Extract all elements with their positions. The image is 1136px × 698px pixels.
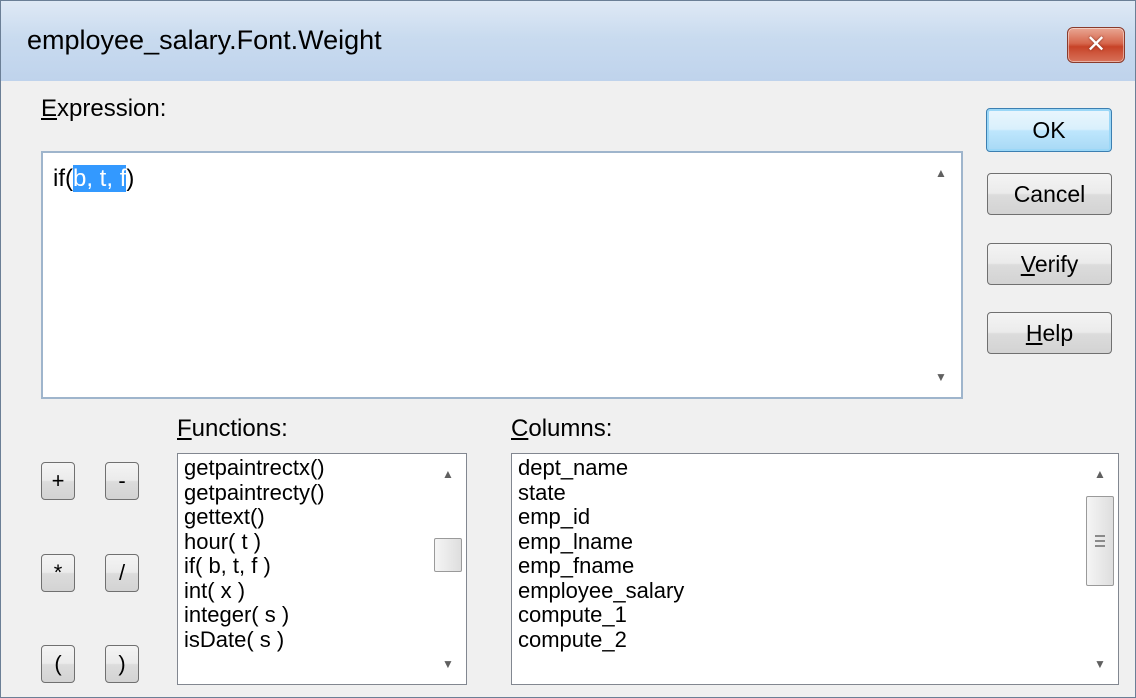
window-title: employee_salary.Font.Weight (27, 25, 382, 55)
expression-label: Expression: (41, 95, 167, 122)
list-item[interactable]: isDate( s ) (184, 627, 325, 653)
selected-text: b, t, f (73, 165, 127, 192)
close-button[interactable]: ✕ (1067, 27, 1125, 63)
scroll-down-icon[interactable]: ▼ (1082, 644, 1118, 684)
columns-list[interactable]: dept_name state emp_id emp_lname emp_fna… (511, 453, 1119, 685)
close-paren-button[interactable]: ) (105, 645, 139, 683)
list-item[interactable]: dept_name (518, 455, 684, 481)
list-item[interactable]: emp_id (518, 504, 684, 530)
expression-input[interactable]: if(b, t, f) ▲ ▼ (41, 151, 963, 399)
help-button[interactable]: Help (987, 312, 1112, 354)
open-paren-button[interactable]: ( (41, 645, 75, 683)
multiply-operator-button[interactable]: * (41, 554, 75, 592)
list-item[interactable]: emp_fname (518, 553, 684, 579)
ok-button[interactable]: OK (986, 108, 1112, 152)
columns-label: Columns: (511, 415, 613, 442)
list-item[interactable]: gettext() (184, 504, 325, 530)
list-item[interactable]: if( b, t, f ) (184, 553, 325, 579)
scroll-down-icon[interactable]: ▼ (921, 357, 961, 397)
list-item[interactable]: compute_1 (518, 602, 684, 628)
title-bar[interactable]: employee_salary.Font.Weight ✕ (1, 1, 1135, 81)
expression-scrollbar[interactable]: ▲ ▼ (921, 153, 961, 397)
functions-scrollbar[interactable]: ▲ ▼ (430, 454, 466, 684)
list-item[interactable]: getpaintrectx() (184, 455, 325, 481)
columns-items: dept_name state emp_id emp_lname emp_fna… (518, 455, 684, 653)
verify-button[interactable]: Verify (987, 243, 1112, 285)
columns-scroll-thumb[interactable] (1086, 496, 1114, 586)
scroll-down-icon[interactable]: ▼ (430, 644, 466, 684)
list-item[interactable]: integer( s ) (184, 602, 325, 628)
list-item[interactable]: hour( t ) (184, 529, 325, 555)
scroll-up-icon[interactable]: ▲ (430, 454, 466, 494)
columns-scrollbar[interactable]: ▲ ▼ (1082, 454, 1118, 684)
functions-label: Functions: (177, 415, 288, 442)
divide-operator-button[interactable]: / (105, 554, 139, 592)
minus-operator-button[interactable]: - (105, 462, 139, 500)
grip-icon (1095, 535, 1105, 547)
functions-scroll-thumb[interactable] (434, 538, 462, 572)
list-item[interactable]: emp_lname (518, 529, 684, 555)
close-icon: ✕ (1085, 31, 1107, 58)
cancel-button[interactable]: Cancel (987, 173, 1112, 215)
expression-dialog: employee_salary.Font.Weight ✕ Expression… (0, 0, 1136, 698)
functions-list[interactable]: getpaintrectx() getpaintrecty() gettext(… (177, 453, 467, 685)
list-item[interactable]: int( x ) (184, 578, 325, 604)
list-item[interactable]: state (518, 480, 684, 506)
plus-operator-button[interactable]: + (41, 462, 75, 500)
list-item[interactable]: getpaintrecty() (184, 480, 325, 506)
expression-text: if(b, t, f) (53, 165, 135, 192)
list-item[interactable]: compute_2 (518, 627, 684, 653)
list-item[interactable]: employee_salary (518, 578, 684, 604)
scroll-up-icon[interactable]: ▲ (1082, 454, 1118, 494)
scroll-up-icon[interactable]: ▲ (921, 153, 961, 193)
functions-items: getpaintrectx() getpaintrecty() gettext(… (184, 455, 325, 653)
